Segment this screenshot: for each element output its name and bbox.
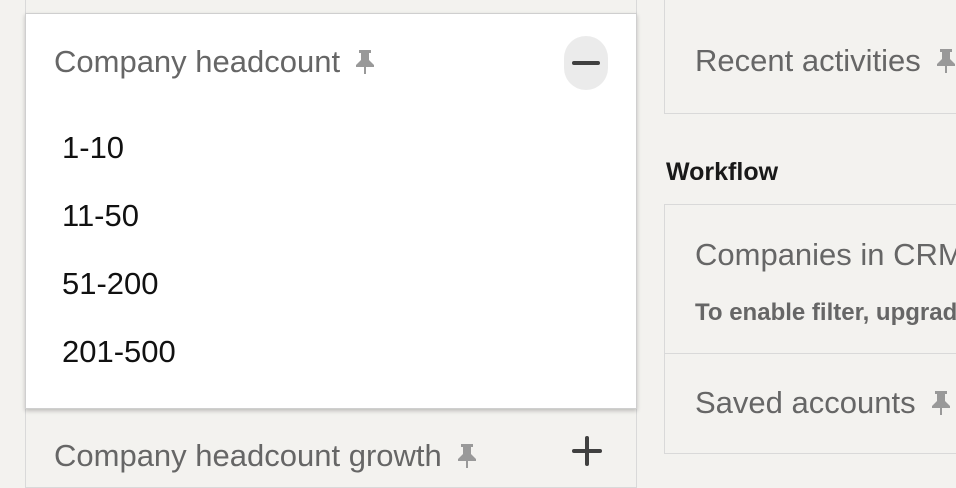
minus-icon — [572, 61, 600, 65]
saved-accounts-filter[interactable]: Saved accounts — [695, 385, 952, 421]
headcount-option-51-200[interactable]: 51-200 — [62, 266, 159, 302]
saved-accounts-label: Saved accounts — [695, 385, 916, 420]
workflow-section-title: Workflow — [666, 158, 779, 186]
companies-in-crm-label[interactable]: Companies in CRM — [695, 237, 956, 273]
plus-icon[interactable] — [572, 436, 602, 466]
divider — [665, 353, 956, 354]
upgrade-note[interactable]: To enable filter, upgrade — [695, 299, 956, 327]
company-headcount-label: Company headcount — [54, 44, 341, 79]
recent-activities-header: Recent activities — [695, 43, 956, 79]
pin-icon[interactable] — [935, 48, 956, 74]
company-headcount-header[interactable]: Company headcount — [54, 44, 376, 80]
company-headcount-growth-filter[interactable]: Company headcount growth — [25, 408, 637, 488]
recent-activities-label: Recent activities — [695, 43, 921, 78]
pin-icon[interactable] — [456, 443, 478, 469]
recent-activities-filter[interactable]: Recent activities — [664, 0, 956, 114]
headcount-option-1-10[interactable]: 1-10 — [62, 130, 124, 166]
pin-icon[interactable] — [930, 390, 952, 416]
company-headcount-growth-header: Company headcount growth — [54, 438, 478, 474]
pin-icon[interactable] — [354, 49, 376, 75]
company-headcount-growth-label: Company headcount growth — [54, 438, 442, 473]
company-headcount-dropdown: Company headcount 1-10 11-50 51-200 201-… — [25, 13, 637, 409]
workflow-panel: Companies in CRM To enable filter, upgra… — [664, 204, 956, 454]
filter-panel-top — [25, 0, 637, 14]
collapse-button[interactable] — [564, 36, 608, 90]
headcount-option-11-50[interactable]: 11-50 — [62, 198, 139, 234]
headcount-option-201-500[interactable]: 201-500 — [62, 334, 176, 370]
